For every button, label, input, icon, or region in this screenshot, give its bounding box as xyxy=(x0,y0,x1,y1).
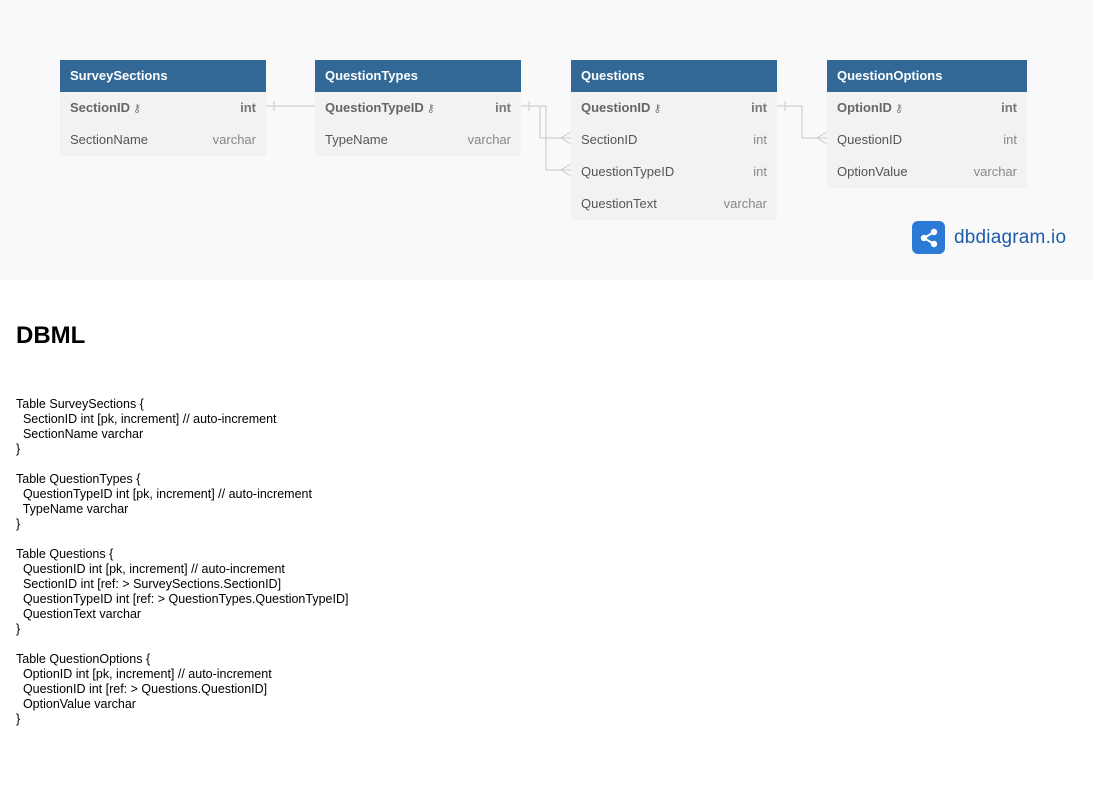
table-questiontypes[interactable]: QuestionTypes QuestionTypeID ⚷ int TypeNa… xyxy=(315,60,521,156)
table-header[interactable]: Questions xyxy=(571,60,777,92)
column-name: TypeName xyxy=(325,132,388,147)
column-type: int xyxy=(495,100,511,115)
column-row[interactable]: QuestionTypeID int xyxy=(571,156,777,188)
dbml-heading: DBML xyxy=(16,322,86,349)
column-type: int xyxy=(240,100,256,115)
column-name: OptionID xyxy=(837,100,892,115)
column-type: int xyxy=(753,132,767,147)
column-name: QuestionTypeID xyxy=(325,100,424,115)
column-name: QuestionID xyxy=(837,132,903,147)
column-name-wrap: SectionID ⚷ xyxy=(70,92,141,124)
column-type: int xyxy=(753,164,767,179)
column-name: OptionValue xyxy=(837,164,908,179)
column-row[interactable]: TypeName varchar xyxy=(315,124,521,156)
table-questionoptions[interactable]: QuestionOptions OptionID ⚷ int QuestionID… xyxy=(827,60,1027,188)
column-row[interactable]: QuestionID ⚷ int xyxy=(571,92,777,124)
column-row[interactable]: SectionID int xyxy=(571,124,777,156)
column-name: SectionName xyxy=(70,132,149,147)
column-name: SectionID xyxy=(581,132,638,147)
column-type: int xyxy=(1003,132,1017,147)
column-row[interactable]: QuestionID int xyxy=(827,124,1027,156)
logo-text: dbdiagram.io xyxy=(954,226,1067,248)
table-surveysections[interactable]: SurveySections SectionID ⚷ int SectionNam… xyxy=(60,60,266,156)
column-name: QuestionTypeID xyxy=(581,164,675,179)
table-header[interactable]: QuestionTypes xyxy=(315,60,521,92)
column-name-wrap: QuestionTypeID ⚷ xyxy=(325,92,435,124)
column-name-wrap: OptionID ⚷ xyxy=(837,92,903,124)
dbml-code: Table SurveySections { SectionID int [pk… xyxy=(16,397,349,726)
column-type: varchar xyxy=(973,164,1017,179)
table-questions[interactable]: Questions QuestionID ⚷ int SectionID int … xyxy=(571,60,777,220)
table-header[interactable]: QuestionOptions xyxy=(827,60,1027,92)
column-row[interactable]: SectionID ⚷ int xyxy=(60,92,266,124)
column-type: int xyxy=(1001,100,1017,115)
key-icon: ⚷ xyxy=(653,103,662,115)
key-icon: ⚷ xyxy=(132,103,142,115)
column-name: SectionID xyxy=(70,100,130,115)
key-icon: ⚷ xyxy=(894,103,903,115)
column-type: varchar xyxy=(212,132,256,147)
column-row[interactable]: SectionName varchar xyxy=(60,124,266,156)
column-name-wrap: QuestionID ⚷ xyxy=(581,92,661,124)
column-row[interactable]: OptionValue varchar xyxy=(827,156,1027,188)
table-header[interactable]: SurveySections xyxy=(60,60,266,92)
column-type: varchar xyxy=(467,132,511,147)
column-row[interactable]: QuestionTypeID ⚷ int xyxy=(315,92,521,124)
column-row[interactable]: OptionID ⚷ int xyxy=(827,92,1027,124)
column-name: QuestionID xyxy=(581,100,651,115)
column-row[interactable]: QuestionText varchar xyxy=(571,188,777,220)
dbdiagram-logo[interactable]: dbdiagram.io xyxy=(912,221,1066,254)
share-nodes-icon xyxy=(912,221,945,254)
column-type: int xyxy=(751,100,767,115)
diagram-canvas: SurveySections SectionID ⚷ int SectionNam… xyxy=(0,0,1093,280)
key-icon: ⚷ xyxy=(426,103,435,115)
column-name: QuestionText xyxy=(581,196,657,211)
column-type: varchar xyxy=(723,196,767,211)
